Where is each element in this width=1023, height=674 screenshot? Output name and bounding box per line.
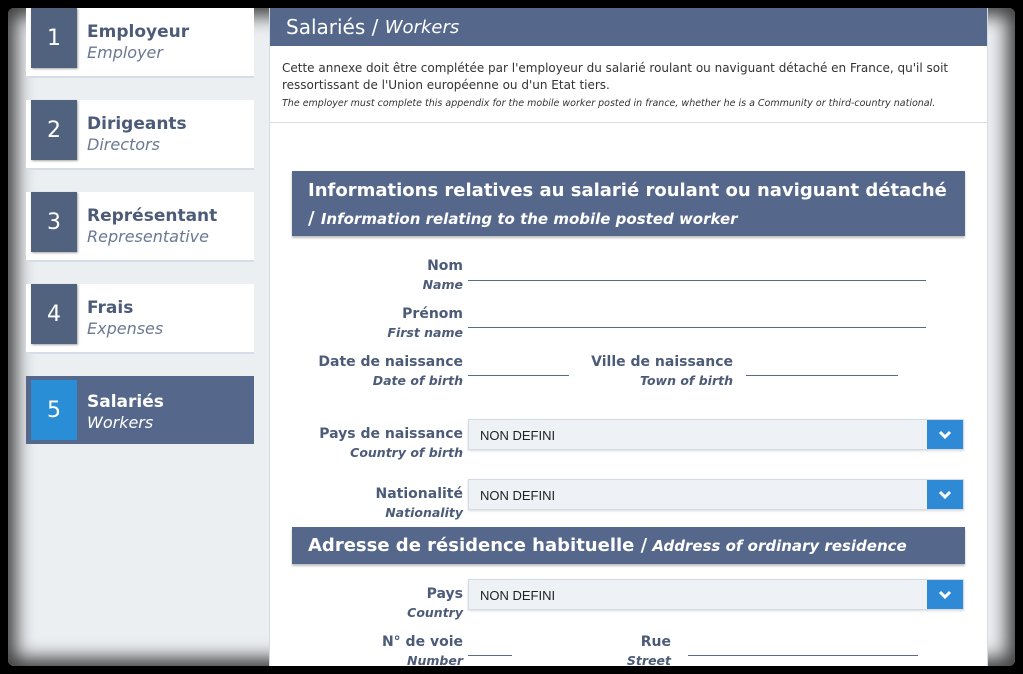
label-fr: Nationalité <box>375 486 463 502</box>
country-birth-select[interactable]: NON DEFINI <box>468 419 964 450</box>
intro-en: The employer must complete this appendix… <box>282 98 936 109</box>
step-label-en: Employer <box>87 43 163 62</box>
label-voie: N° de voie Number <box>263 634 463 666</box>
label-fr: Date de naissance <box>318 354 463 370</box>
step-label-en: Workers <box>87 413 154 432</box>
label-en: Name <box>422 277 463 292</box>
label-country-birth: Pays de naissance Country of birth <box>263 426 463 460</box>
step-label: Dirigeants <box>87 114 187 134</box>
town-field[interactable] <box>746 353 902 377</box>
label-pays: Pays Country <box>263 586 463 620</box>
step-label: Salariés <box>87 392 164 412</box>
town-input[interactable] <box>746 353 902 377</box>
page-title-fr: Salariés / <box>286 15 379 39</box>
label-en: Nationality <box>385 505 463 520</box>
step-number: 1 <box>31 8 77 68</box>
step-label: Représentant <box>87 206 218 226</box>
label-town: Ville de naissance Town of birth <box>533 354 733 388</box>
nationality-select[interactable]: NON DEFINI <box>468 479 964 510</box>
prenom-field[interactable] <box>468 305 930 329</box>
label-nationality: Nationalité Nationality <box>263 486 463 520</box>
rue-input[interactable] <box>688 633 922 657</box>
label-en: First name <box>387 325 463 340</box>
nom-input[interactable] <box>468 258 930 282</box>
page-title-en: Workers <box>384 16 460 38</box>
label-fr: Pays <box>426 586 463 602</box>
label-fr: Prénom <box>402 306 463 322</box>
chevron-down-icon <box>938 490 952 499</box>
step-number: 2 <box>31 100 77 160</box>
dropdown-button[interactable] <box>927 420 963 449</box>
step-directors[interactable]: 2 Dirigeants Directors <box>26 100 254 170</box>
intro-fr: Cette annexe doit être complétée par l'e… <box>282 61 949 92</box>
nom-field[interactable] <box>468 258 930 282</box>
step-representative[interactable]: 3 Représentant Representative <box>26 192 254 262</box>
label-nom: Nom Name <box>263 258 463 292</box>
label-en: Country <box>407 605 463 620</box>
step-label: Frais <box>87 298 134 318</box>
label-rue: Rue Street <box>471 634 671 666</box>
rue-field[interactable] <box>688 633 922 657</box>
label-dob: Date de naissance Date of birth <box>263 354 463 388</box>
intro-text: Cette annexe doit être complétée par l'e… <box>270 46 987 123</box>
section-title-en: Information relating to the mobile poste… <box>320 210 738 228</box>
step-sidebar: 1 Employeur Employer 2 Dirigeants Direct… <box>8 8 270 666</box>
label-fr: N° de voie <box>381 634 463 650</box>
page-title: Salariés / Workers <box>270 8 987 46</box>
main-panel: Salariés / Workers Cette annexe doit êtr… <box>269 8 988 666</box>
section-title-fr: Adresse de résidence habituelle / <box>308 535 648 556</box>
section-worker-info: Informations relatives au salarié roulan… <box>292 171 965 236</box>
label-en: Town of birth <box>640 373 733 388</box>
label-en: Number <box>407 653 463 666</box>
label-fr: Nom <box>427 258 463 274</box>
step-number: 5 <box>31 380 77 440</box>
label-en: Street <box>626 653 671 666</box>
step-label-en: Expenses <box>87 319 164 338</box>
step-workers[interactable]: 5 Salariés Workers <box>26 376 254 444</box>
select-value: NON DEFINI <box>480 488 556 503</box>
step-number: 3 <box>31 192 77 252</box>
step-label: Employeur <box>87 22 190 42</box>
country-select[interactable]: NON DEFINI <box>468 579 964 610</box>
label-fr: Pays de naissance <box>319 426 463 442</box>
step-employer[interactable]: 1 Employeur Employer <box>26 8 254 78</box>
prenom-input[interactable] <box>468 305 930 329</box>
label-prenom: Prénom First name <box>263 306 463 340</box>
step-label-en: Directors <box>87 135 160 154</box>
step-number: 4 <box>31 284 77 344</box>
label-fr: Ville de naissance <box>591 354 733 370</box>
label-en: Country of birth <box>350 445 463 460</box>
section-residence-address: Adresse de résidence habituelle / Addres… <box>292 527 965 564</box>
step-expenses[interactable]: 4 Frais Expenses <box>26 284 254 354</box>
step-label-en: Representative <box>87 227 209 246</box>
section-title-en: Address of ordinary residence <box>652 536 907 555</box>
select-value: NON DEFINI <box>480 588 556 603</box>
dropdown-button[interactable] <box>927 480 963 509</box>
label-en: Date of birth <box>372 373 463 388</box>
select-value: NON DEFINI <box>480 428 556 443</box>
app-frame: 1 Employeur Employer 2 Dirigeants Direct… <box>8 8 1015 666</box>
dropdown-button[interactable] <box>927 580 963 609</box>
label-fr: Rue <box>640 634 671 650</box>
chevron-down-icon <box>938 430 952 439</box>
chevron-down-icon <box>938 590 952 599</box>
